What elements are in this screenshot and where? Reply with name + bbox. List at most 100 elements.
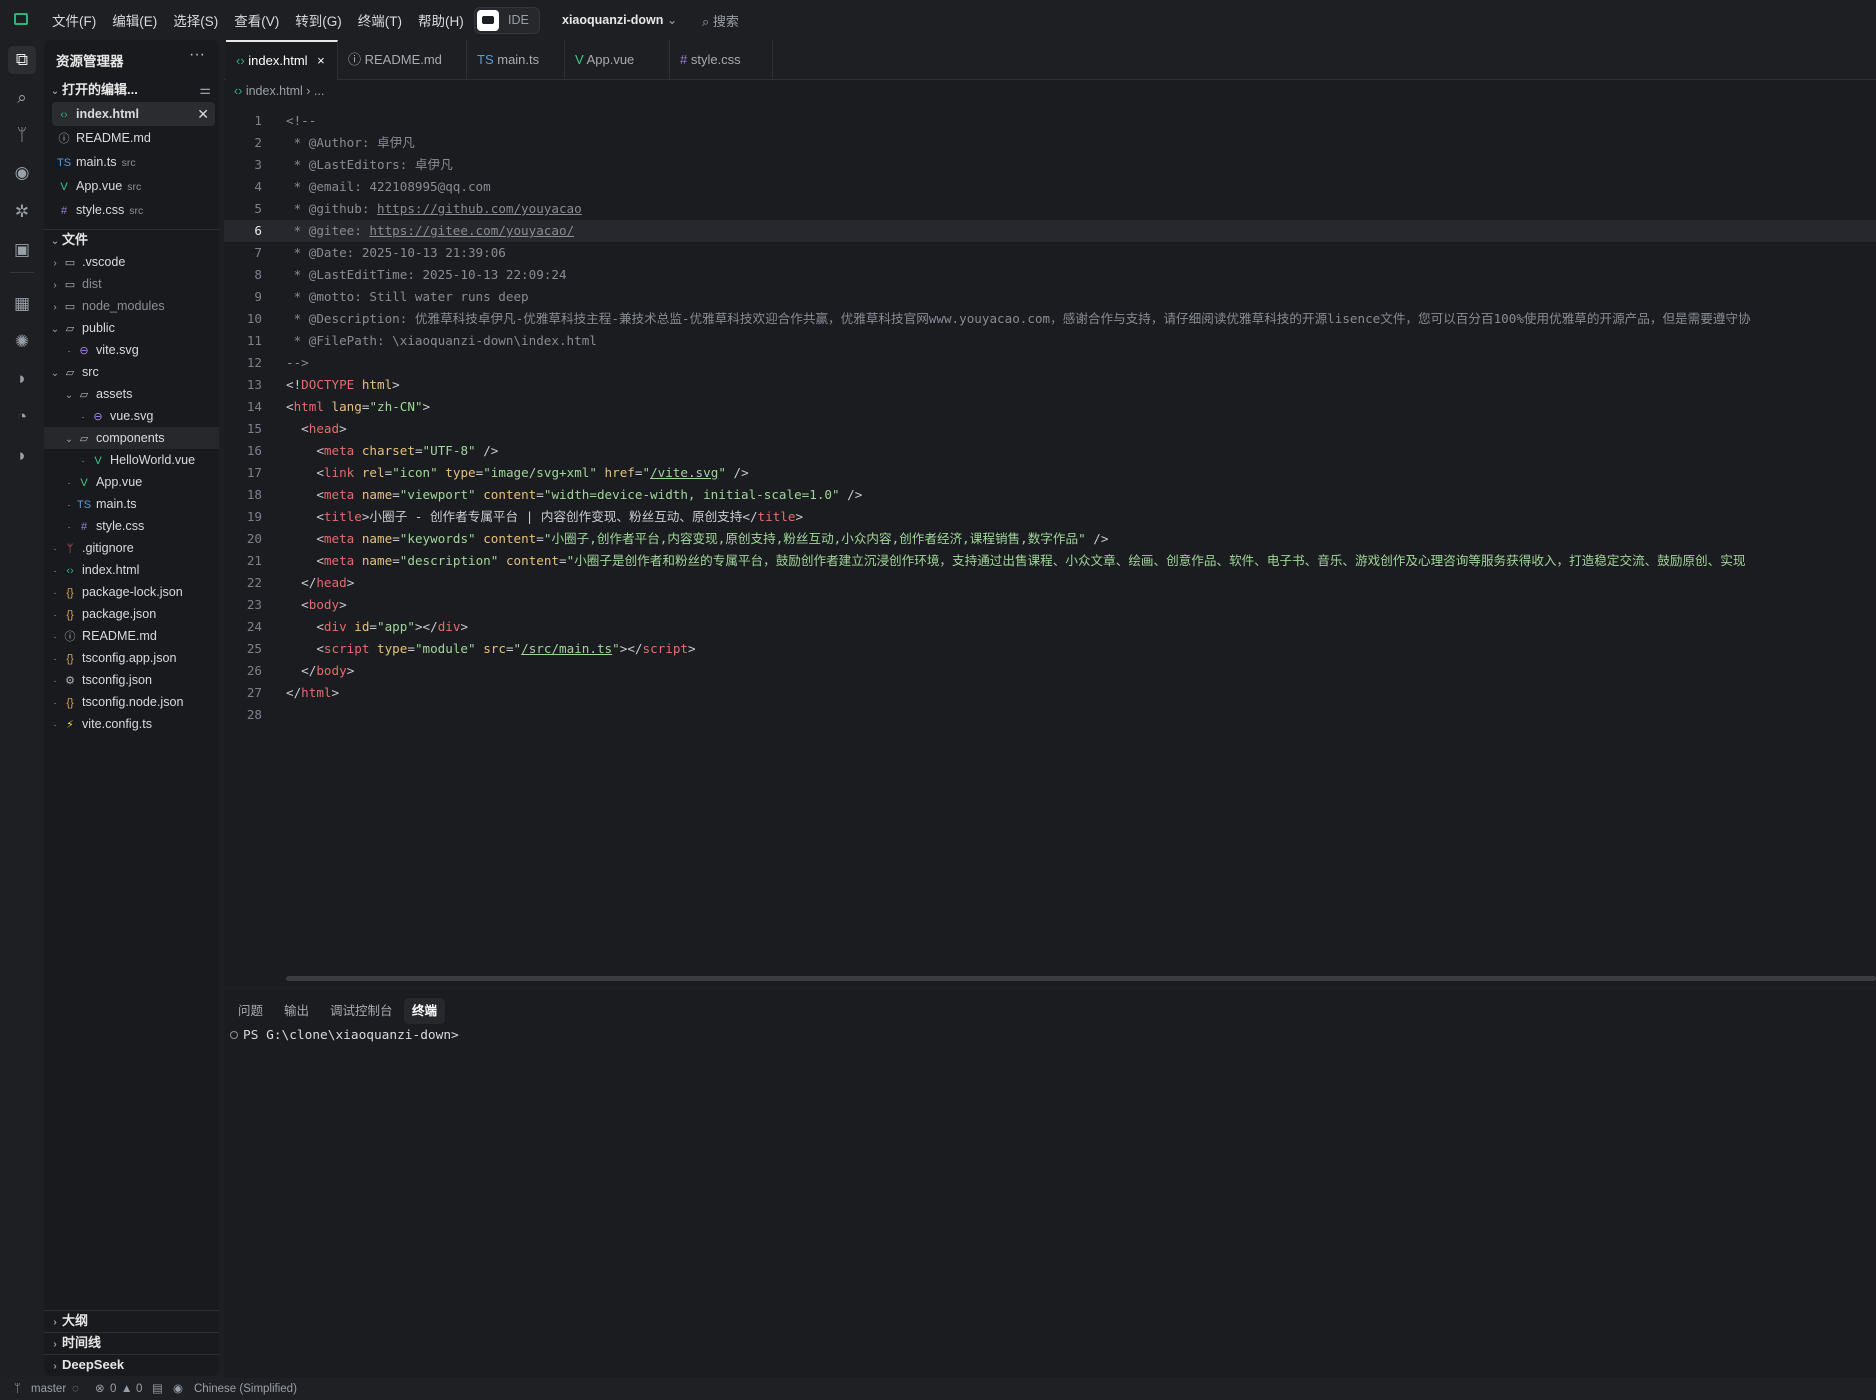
code-area[interactable]: 1 <!-- 2 * @Author: 卓伊凡 3 * @LastEditors: 卓…	[224, 110, 1876, 970]
file-tree-item[interactable]: · ⊖ vite.svg	[44, 339, 219, 361]
file-tree-item[interactable]: ⌄ ▱ assets	[44, 383, 219, 405]
ai-icon[interactable]: ✺	[8, 328, 36, 356]
line-number: 23	[246, 597, 262, 612]
tab-README-md[interactable]: ⓘ README.md	[338, 40, 467, 80]
file-tree-item[interactable]: · {} package-lock.json	[44, 581, 219, 603]
divider	[10, 272, 34, 273]
menu-edit[interactable]: 编辑(E)	[112, 10, 157, 30]
tab-label: main.ts	[497, 52, 540, 67]
timeline-section[interactable]: › 时间线	[44, 1332, 219, 1354]
tab-main-ts[interactable]: TS main.ts	[467, 40, 565, 80]
eye-icon[interactable]: ◉	[173, 1378, 183, 1400]
search-box[interactable]: ⌕ 搜索	[702, 11, 739, 30]
file-tree-item[interactable]: · ⚙ tsconfig.json	[44, 669, 219, 691]
remote-icon[interactable]: ▣	[8, 236, 36, 264]
menu-go[interactable]: 转到(G)	[295, 10, 342, 30]
line-number: 28	[246, 707, 262, 722]
deepseek-icon[interactable]: ◗	[8, 365, 36, 393]
source-control-icon[interactable]: ᛘ	[8, 121, 36, 149]
deepseek-alt-icon[interactable]: ◗	[8, 442, 36, 470]
error-count[interactable]: 0	[110, 1378, 116, 1400]
ide-toggle[interactable]: IDE	[474, 7, 540, 34]
menu-view[interactable]: 查看(V)	[234, 10, 279, 30]
filter-icon[interactable]: ⚌	[199, 79, 211, 101]
tree-dot-icon: ·	[67, 522, 71, 533]
monitor-icon[interactable]: ▤	[152, 1378, 163, 1400]
code-token: name	[354, 531, 393, 546]
open-editor-item[interactable]: ⓘ README.md	[44, 126, 219, 150]
file-type-icon: ‹›	[60, 109, 68, 121]
file-tree-item[interactable]: › ▭ .vscode	[44, 251, 219, 273]
debug-icon[interactable]: ✲	[8, 198, 36, 226]
file-tree-item[interactable]: ⌄ ▱ components	[44, 427, 219, 449]
more-actions-icon[interactable]: ···	[189, 46, 205, 64]
tab-terminal[interactable]: 终端	[404, 998, 446, 1024]
code-token: <	[286, 531, 324, 546]
horizontal-scrollbar[interactable]	[286, 976, 1876, 981]
file-tree-item[interactable]: · V HelloWorld.vue	[44, 449, 219, 471]
project-selector[interactable]: xiaoquanzi-down ⌄	[562, 12, 677, 27]
code-line: 24 <div id="app"></div>	[224, 616, 1876, 638]
file-tree-item[interactable]: · {} package.json	[44, 603, 219, 625]
branch-name[interactable]: master	[31, 1378, 66, 1400]
outline-section[interactable]: › 大纲	[44, 1310, 219, 1332]
code-token: script	[323, 641, 370, 656]
file-name: package.json	[82, 607, 157, 621]
open-editor-item[interactable]: # style.css src	[44, 198, 219, 222]
code-line: 21 <meta name="description" content="小圈子…	[224, 550, 1876, 572]
file-tree-item[interactable]: · TS main.ts	[44, 493, 219, 515]
terminal[interactable]: PS G:\clone\xiaoquanzi-down>	[230, 1028, 459, 1043]
files-header[interactable]: ⌄ 文件	[44, 229, 219, 251]
eye-icon[interactable]: ◉	[8, 159, 36, 187]
file-tree-item[interactable]: · V App.vue	[44, 471, 219, 493]
extensions-icon[interactable]: ▦	[8, 290, 36, 318]
file-tree-item[interactable]: › ▭ dist	[44, 273, 219, 295]
code-token: <!	[286, 377, 302, 392]
close-icon[interactable]: ✕	[197, 102, 209, 126]
file-name: App.vue	[76, 179, 123, 193]
open-editor-item[interactable]: V App.vue src	[44, 174, 219, 198]
tab-output[interactable]: 输出	[276, 998, 317, 1024]
code-token: >	[331, 685, 340, 700]
file-tree-item[interactable]: · ‹› index.html	[44, 559, 219, 581]
tab-problems[interactable]: 问题	[230, 998, 271, 1024]
code-line: 15 <head>	[224, 418, 1876, 440]
breadcrumb-file[interactable]: index.html	[246, 84, 303, 98]
open-editor-item[interactable]: TS main.ts src	[44, 150, 219, 174]
deepseek-section[interactable]: › DeepSeek	[44, 1354, 219, 1376]
tab-index-html[interactable]: ‹› index.html ×	[226, 40, 338, 80]
tab-debug-console[interactable]: 调试控制台	[322, 998, 401, 1024]
file-type-icon: ▱	[65, 323, 75, 335]
close-icon[interactable]: ×	[314, 53, 325, 68]
menu-selection[interactable]: 选择(S)	[173, 10, 218, 30]
menu-help[interactable]: 帮助(H)	[418, 10, 464, 30]
search-icon[interactable]: ⌕	[8, 84, 36, 112]
files-icon[interactable]: ⧉	[8, 46, 36, 74]
status-bar: ᛘ master ◌ ⊗ 0 ▲ 0 ▤ ◉ Chinese (Simplifi…	[0, 1378, 1876, 1400]
language-indicator[interactable]: Chinese (Simplified)	[194, 1378, 297, 1400]
file-tree-item[interactable]: · {} tsconfig.node.json	[44, 691, 219, 713]
breadcrumb-rest[interactable]: ...	[314, 84, 324, 98]
menu-terminal[interactable]: 终端(T)	[358, 10, 402, 30]
code-line: 23 <body>	[224, 594, 1876, 616]
code-token: rel	[354, 465, 385, 480]
file-tree-item[interactable]: · ⊖ vue.svg	[44, 405, 219, 427]
file-tree-item[interactable]: · ⚡ vite.config.ts	[44, 713, 219, 735]
file-tree-item[interactable]: › ▭ node_modules	[44, 295, 219, 317]
file-tree-item[interactable]: · {} tsconfig.app.json	[44, 647, 219, 669]
open-editors-header[interactable]: ⌄ 打开的编辑... ⚌	[44, 79, 219, 101]
tab-App-vue[interactable]: V App.vue	[565, 40, 670, 80]
whale-icon[interactable]: ◔	[8, 403, 36, 431]
open-editor-item[interactable]: ‹› index.html ✕	[52, 102, 215, 126]
tab-style-css[interactable]: # style.css	[670, 40, 773, 80]
file-tree-item[interactable]: ⌄ ▱ src	[44, 361, 219, 383]
menu-file[interactable]: 文件(F)	[52, 10, 96, 30]
warning-count[interactable]: 0	[136, 1378, 142, 1400]
code-token: >	[392, 377, 400, 392]
sync-icon[interactable]: ◌	[72, 1378, 79, 1400]
file-tree-item[interactable]: · # style.css	[44, 515, 219, 537]
file-tree-item[interactable]: · ⓘ README.md	[44, 625, 219, 647]
file-tree-item[interactable]: · ᛘ .gitignore	[44, 537, 219, 559]
file-tree-item[interactable]: ⌄ ▱ public	[44, 317, 219, 339]
file-name: tsconfig.node.json	[82, 695, 184, 709]
